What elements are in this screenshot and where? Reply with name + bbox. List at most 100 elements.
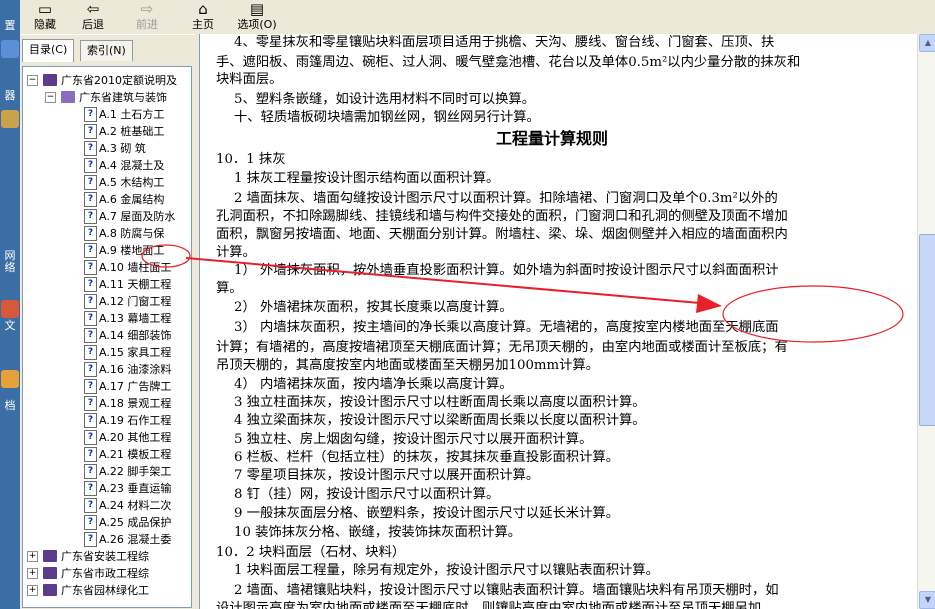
help-page-icon: ?	[84, 362, 97, 377]
doc-line: 2） 外墙裙抹灰面积，按其长度乘以高度计算。	[234, 300, 513, 315]
doc-line: 10 装饰抹灰分格、嵌缝，按装饰抹灰面积计算。	[234, 525, 522, 540]
tree-item[interactable]: ? A.23 垂直运输	[23, 480, 191, 497]
section-heading: 工程量计算规则	[496, 129, 609, 148]
desktop-icon[interactable]	[1, 40, 19, 58]
expand-icon[interactable]: +	[27, 585, 38, 596]
collapse-icon[interactable]: −	[27, 75, 38, 86]
tree-item[interactable]: ? A.12 门窗工程	[23, 293, 191, 310]
tree-item[interactable]: ? A.13 幕墙工程	[23, 310, 191, 327]
back-arrow-icon: ⇦	[86, 0, 100, 18]
tree-item-label: A.26 混凝土委	[99, 533, 172, 546]
document-content: 4、零星抹灰和零星镶贴块料面层项目适用于挑檐、天沟、腰线、窗台线、门窗套、压顶、…	[199, 34, 918, 609]
tree-item[interactable]: + 广东省市政工程综	[23, 565, 191, 582]
desktop-label: 置	[4, 19, 16, 32]
tree-item-label: A.16 油漆涂料	[99, 363, 172, 376]
tree-item[interactable]: ? A.2 桩基础工	[23, 123, 191, 140]
tree-item[interactable]: ? A.7 屋面及防水	[23, 208, 191, 225]
hide-button[interactable]: ▭ 隐藏	[22, 0, 68, 34]
doc-line: 10．1 抹灰	[216, 152, 286, 167]
tree-item[interactable]: ? A.24 材料二次	[23, 497, 191, 514]
tree-item[interactable]: ? A.18 景观工程	[23, 395, 191, 412]
tree-item-label: A.19 石作工程	[99, 414, 172, 427]
tree-item[interactable]: ? A.3 砌 筑	[23, 140, 191, 157]
tab-contents[interactable]: 目录(C)	[22, 39, 75, 62]
doc-line: 6 栏板、栏杆（包括立柱）的抹灰，按其抹灰垂直投影面积计算。	[234, 450, 619, 465]
tree-item[interactable]: ? A.19 石作工程	[23, 412, 191, 429]
help-page-icon: ?	[84, 226, 97, 241]
doc-line: 2 墙面、墙裙镶贴块料，按设计图示尺寸以镶贴表面积计算。墙面镶贴块料有吊顶天棚时…	[234, 583, 779, 598]
tree-item[interactable]: ? A.25 成品保护	[23, 514, 191, 531]
book-icon	[43, 550, 57, 562]
tree-item-label: A.21 模板工程	[99, 448, 172, 461]
forward-button[interactable]: ⇨ 前进	[124, 0, 170, 34]
tree-item[interactable]: ? A.22 脚手架工	[23, 463, 191, 480]
tree-item[interactable]: − 广东省2010定额说明及	[23, 72, 191, 89]
forward-arrow-icon: ⇨	[140, 0, 154, 18]
doc-line: 1） 外墙抹灰面积，按外墙垂直投影面积计算。如外墙为斜面时按设计图示尺寸以斜面面…	[234, 263, 779, 278]
tree-item[interactable]: + 广东省园林绿化工	[23, 582, 191, 599]
tree-item[interactable]: ? A.17 广告牌工	[23, 378, 191, 395]
tree-item[interactable]: + 广东省安装工程综	[23, 548, 191, 565]
help-page-icon: ?	[84, 413, 97, 428]
tree-item-label: A.22 脚手架工	[99, 465, 172, 478]
desktop-icon[interactable]	[1, 370, 19, 388]
tree-item-label: A.11 天棚工程	[99, 278, 172, 291]
scroll-up-button[interactable]: ▲	[919, 34, 935, 52]
tree-item-label: A.4 混凝土及	[99, 159, 165, 172]
tree-item[interactable]: ? A.8 防腐与保	[23, 225, 191, 242]
doc-line: 5 独立柱、房上烟囱勾缝，按设计图示尺寸以展开面积计算。	[234, 432, 593, 447]
tree-item[interactable]: ? A.10 墙柱面工	[23, 259, 191, 276]
doc-line: 5、塑料条嵌缝，如设计选用材料不同时可以换算。	[234, 92, 535, 107]
tree-item[interactable]: ? A.14 细部装饰	[23, 327, 191, 344]
tree-item-label: A.5 木结构工	[99, 176, 165, 189]
book-icon	[43, 567, 57, 579]
vertical-scrollbar[interactable]: ▲ ▼	[917, 34, 935, 609]
options-button[interactable]: ▤ 选项(O)	[230, 0, 284, 34]
doc-line: 孔洞面积，不扣除踢脚线、挂镜线和墙与构件交接处的面积，门窗洞口和孔洞的侧壁及顶面…	[216, 209, 788, 224]
collapse-icon[interactable]: −	[45, 92, 56, 103]
tree-item[interactable]: ? A.26 混凝土委	[23, 531, 191, 548]
help-page-icon: ?	[84, 345, 97, 360]
tree-item[interactable]: ? A.4 混凝土及	[23, 157, 191, 174]
back-button[interactable]: ⇦ 后退	[70, 0, 116, 34]
expand-icon[interactable]: +	[27, 568, 38, 579]
tree-item[interactable]: ? A.5 木结构工	[23, 174, 191, 191]
scroll-down-button[interactable]: ▼	[919, 591, 935, 609]
tree-item[interactable]: − 广东省建筑与装饰	[23, 89, 191, 106]
tree-item[interactable]: ? A.21 模板工程	[23, 446, 191, 463]
doc-line: 10．2 块料面层（石材、块料）	[216, 545, 406, 560]
help-page-icon: ?	[84, 124, 97, 139]
book-icon	[43, 74, 57, 86]
doc-line: 块料面层。	[216, 72, 283, 87]
doc-line: 3） 内墙抹灰面积，按主墙间的净长乘以高度计算。无墙裙的，高度按室内楼地面至天棚…	[234, 320, 779, 335]
doc-line: 计算。	[216, 245, 256, 260]
help-page-icon: ?	[84, 481, 97, 496]
tree-item-label: A.20 其他工程	[99, 431, 172, 444]
hide-icon: ▭	[37, 0, 53, 18]
tree-item[interactable]: ? A.9 楼地面工	[23, 242, 191, 259]
tree-item[interactable]: ? A.11 天棚工程	[23, 276, 191, 293]
desktop-icon[interactable]	[1, 300, 19, 318]
tree-item-label: A.24 材料二次	[99, 499, 172, 512]
tree-item[interactable]: ? A.16 油漆涂料	[23, 361, 191, 378]
expand-icon[interactable]: +	[27, 551, 38, 562]
tree-item[interactable]: ? A.15 家具工程	[23, 344, 191, 361]
desktop-strip: 置 器 网 络 文 档	[0, 0, 20, 609]
help-page-icon: ?	[84, 260, 97, 275]
home-button[interactable]: ⌂ 主页	[180, 0, 226, 34]
tree-item[interactable]: ? A.6 金属结构	[23, 191, 191, 208]
tree-item-label: A.17 广告牌工	[99, 380, 172, 393]
tab-index[interactable]: 索引(N)	[80, 40, 133, 61]
help-page-icon: ?	[84, 107, 97, 122]
doc-line: 面积，飘窗另按墙面、地面、天棚面分别计算。附墙柱、梁、垛、烟囱侧壁并入相应的墙面…	[216, 227, 788, 242]
desktop-label: 档	[4, 399, 16, 412]
scroll-thumb[interactable]	[919, 234, 935, 426]
tree-item[interactable]: ? A.20 其他工程	[23, 429, 191, 446]
help-page-icon: ?	[84, 311, 97, 326]
help-window: ▭ 隐藏 ⇦ 后退 ⇨ 前进 ⌂ 主页 ▤ 选项(O) 目录(C) 索引(N) …	[20, 0, 935, 609]
tree-item[interactable]: ? A.1 土石方工	[23, 106, 191, 123]
navigation-pane: 目录(C) 索引(N) − 广东省2010定额说明及 − 广东省建筑与装饰? A.1 土…	[20, 34, 195, 609]
tree-item-label: 广东省建筑与装饰	[79, 91, 167, 104]
desktop-icon[interactable]	[1, 110, 19, 128]
tree-item-label: A.23 垂直运输	[99, 482, 172, 495]
